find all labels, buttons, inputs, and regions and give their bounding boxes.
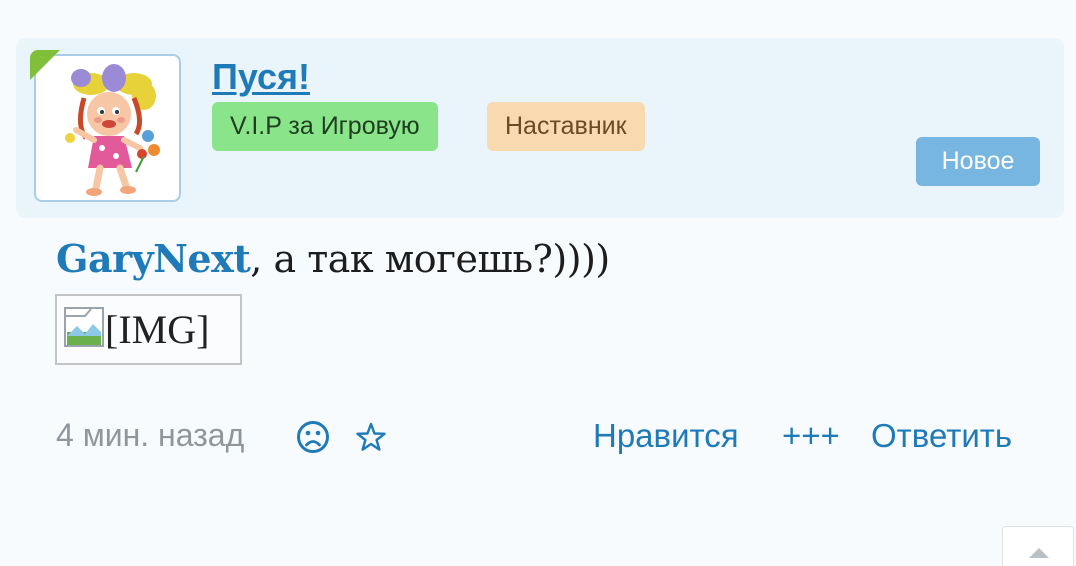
broken-image-icon: [64, 307, 104, 347]
mention-link[interactable]: GaryNext: [56, 236, 251, 281]
star-icon[interactable]: [356, 422, 386, 452]
post-timestamp: 4 мин. назад: [56, 417, 245, 453]
scroll-to-top-button[interactable]: [1002, 526, 1074, 566]
chevron-up-icon: [1029, 548, 1049, 558]
sad-face-icon[interactable]: [296, 420, 330, 454]
author-name-link[interactable]: Пуся!: [212, 56, 310, 98]
message-body: , а так могешь?)))): [250, 237, 610, 281]
image-alt-text: [IMG]: [105, 307, 210, 352]
message-text: GaryNext, а так могешь?)))): [56, 236, 610, 281]
badge-vip: V.I.P за Игровую: [212, 102, 438, 151]
new-button[interactable]: Новое: [916, 137, 1040, 186]
badge-mentor: Наставник: [487, 102, 645, 151]
online-indicator: [30, 50, 60, 80]
reply-link[interactable]: Ответить: [871, 417, 1012, 455]
broken-image[interactable]: [IMG]: [55, 294, 242, 365]
plus-link[interactable]: +++: [782, 417, 840, 455]
like-link[interactable]: Нравится: [593, 417, 739, 455]
